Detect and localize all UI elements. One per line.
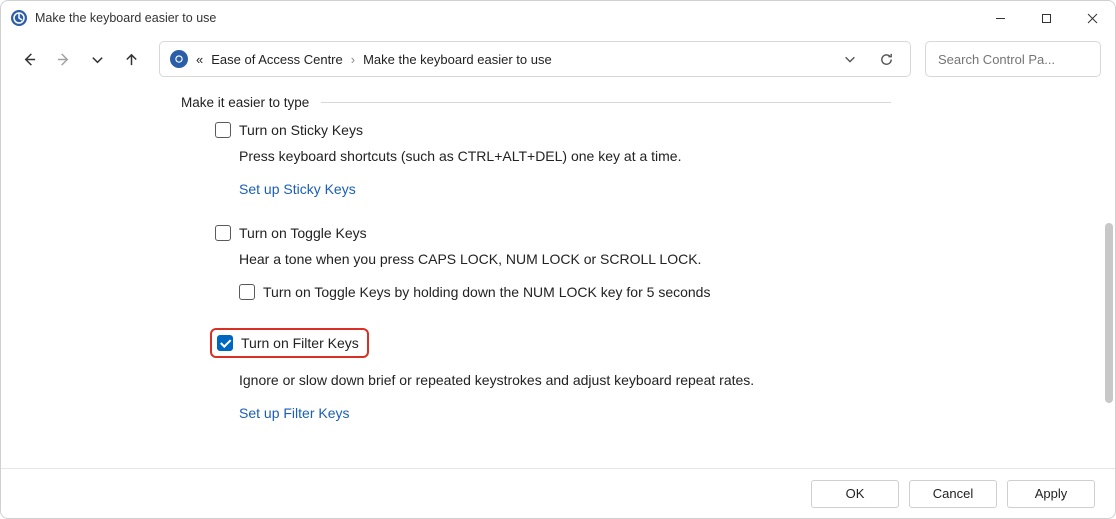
toggle-keys-label: Turn on Toggle Keys — [239, 225, 367, 241]
checkbox-icon — [215, 225, 231, 241]
breadcrumb-current[interactable]: Make the keyboard easier to use — [363, 52, 552, 67]
recent-dropdown-button[interactable] — [83, 45, 111, 73]
section-header: Make it easier to type — [181, 95, 891, 110]
ok-button[interactable]: OK — [811, 480, 899, 508]
toggle-keys-numlock-checkbox[interactable]: Turn on Toggle Keys by holding down the … — [239, 284, 710, 300]
breadcrumb-parent[interactable]: Ease of Access Centre — [211, 52, 343, 67]
chevron-right-icon: › — [351, 52, 355, 67]
sticky-keys-label: Turn on Sticky Keys — [239, 122, 363, 138]
titlebar: Make the keyboard easier to use — [1, 1, 1115, 35]
address-dropdown-button[interactable] — [836, 45, 864, 73]
dialog-footer: OK Cancel Apply — [1, 468, 1115, 518]
up-button[interactable] — [117, 45, 145, 73]
filter-keys-description: Ignore or slow down brief or repeated ke… — [215, 366, 891, 391]
filter-keys-checkbox[interactable]: Turn on Filter Keys — [217, 335, 359, 351]
navigation-bar: « Ease of Access Centre › Make the keybo… — [1, 35, 1115, 83]
window-title: Make the keyboard easier to use — [35, 11, 216, 25]
control-panel-icon — [11, 10, 27, 26]
back-button[interactable] — [15, 45, 43, 73]
search-box[interactable] — [925, 41, 1101, 77]
refresh-button[interactable] — [872, 45, 900, 73]
filter-keys-highlight: Turn on Filter Keys — [210, 328, 369, 358]
sticky-keys-setup-link[interactable]: Set up Sticky Keys — [239, 181, 356, 197]
content-pane: Make it easier to type Turn on Sticky Ke… — [1, 83, 1115, 468]
checkbox-icon — [239, 284, 255, 300]
cancel-button[interactable]: Cancel — [909, 480, 997, 508]
forward-button[interactable] — [49, 45, 77, 73]
sticky-keys-checkbox[interactable]: Turn on Sticky Keys — [215, 122, 891, 138]
maximize-button[interactable] — [1023, 2, 1069, 34]
toggle-keys-description: Hear a tone when you press CAPS LOCK, NU… — [215, 245, 891, 270]
address-bar[interactable]: « Ease of Access Centre › Make the keybo… — [159, 41, 911, 77]
control-panel-icon — [170, 50, 188, 68]
toggle-keys-checkbox[interactable]: Turn on Toggle Keys — [215, 225, 891, 241]
toggle-keys-numlock-label: Turn on Toggle Keys by holding down the … — [263, 284, 710, 300]
checkbox-icon — [217, 335, 233, 351]
minimize-button[interactable] — [977, 2, 1023, 34]
scrollbar[interactable] — [1105, 223, 1113, 403]
breadcrumb-prefix: « — [196, 52, 203, 67]
close-button[interactable] — [1069, 2, 1115, 34]
sticky-keys-description: Press keyboard shortcuts (such as CTRL+A… — [215, 142, 891, 167]
checkbox-icon — [215, 122, 231, 138]
filter-keys-setup-link[interactable]: Set up Filter Keys — [239, 405, 350, 421]
divider — [321, 102, 891, 103]
apply-button[interactable]: Apply — [1007, 480, 1095, 508]
section-heading: Make it easier to type — [181, 95, 309, 110]
search-input[interactable] — [936, 51, 1116, 68]
filter-keys-label: Turn on Filter Keys — [241, 335, 359, 351]
